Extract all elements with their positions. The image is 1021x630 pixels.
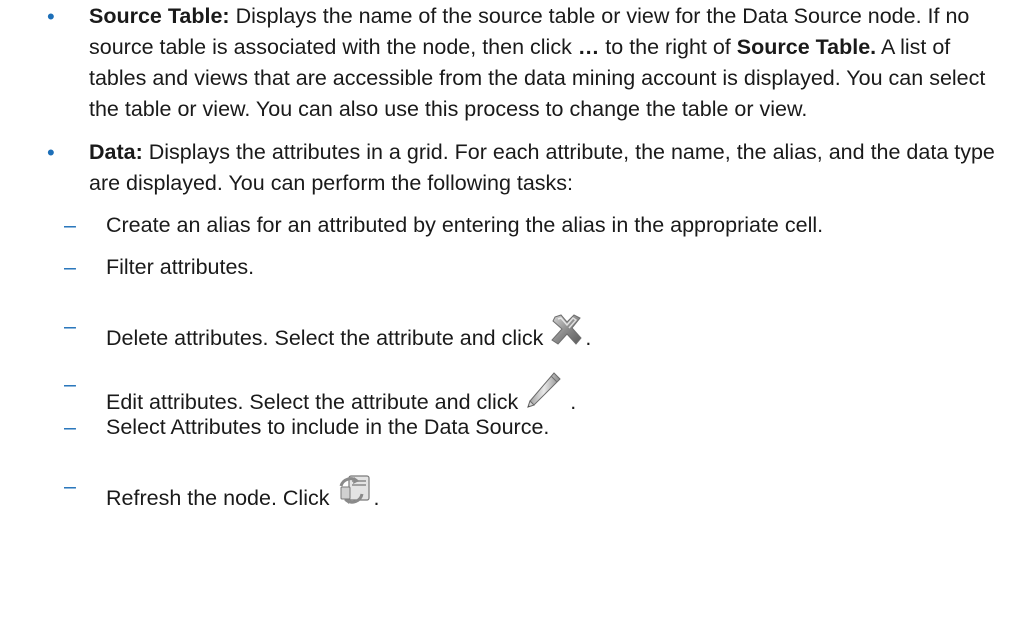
dash: – bbox=[64, 474, 76, 498]
task-text: Create an alias for an attributed by ent… bbox=[106, 213, 824, 237]
term-source-table: Source Table: bbox=[89, 4, 230, 28]
ellipsis-button-ref: … bbox=[577, 35, 600, 59]
task-text: Refresh the node. Click bbox=[106, 486, 336, 510]
list-item-source-table: • Source Table: Displays the name of the… bbox=[0, 1, 1021, 125]
dash: – bbox=[64, 213, 76, 237]
task-after: . bbox=[585, 326, 592, 350]
paragraph-data: Data: Displays the attributes in a grid.… bbox=[89, 140, 995, 195]
task-item-create-alias: – Create an alias for an attributed by e… bbox=[0, 210, 1021, 241]
task-text: Delete attributes. Select the attribute … bbox=[106, 326, 550, 350]
refresh-icon bbox=[335, 473, 373, 516]
task-after: . bbox=[570, 390, 577, 414]
data-text-1: Displays the attributes in a grid. For e… bbox=[89, 140, 995, 195]
delete-x-icon bbox=[549, 313, 585, 356]
task-item-filter: – Filter attributes. bbox=[0, 252, 1021, 283]
task-after: . bbox=[373, 486, 380, 510]
list-item-data: • Data: Displays the attributes in a gri… bbox=[0, 137, 1021, 199]
dash: – bbox=[64, 314, 76, 338]
task-text: Filter attributes. bbox=[106, 255, 255, 279]
term-source-table-2: Source Table. bbox=[736, 35, 877, 59]
term-data: Data: bbox=[89, 140, 143, 164]
task-item-delete: – Delete attributes. Select the attribut… bbox=[0, 311, 1021, 350]
paragraph-source-table: Source Table: Displays the name of the s… bbox=[89, 4, 985, 121]
task-item-refresh: – Refresh the node. Click . bbox=[0, 471, 1021, 510]
dash: – bbox=[64, 372, 76, 396]
dash: – bbox=[64, 415, 76, 439]
task-item-select-attributes: – Select Attributes to include in the Da… bbox=[0, 412, 1021, 443]
dash: – bbox=[64, 255, 76, 279]
task-text: Select Attributes to include in the Data… bbox=[106, 415, 550, 439]
document-body: • Source Table: Displays the name of the… bbox=[0, 0, 1021, 510]
task-text: Edit attributes. Select the attribute an… bbox=[106, 390, 525, 414]
bullet: • bbox=[47, 4, 55, 29]
bullet: • bbox=[47, 140, 55, 165]
task-item-edit: – Edit attributes. Select the attribute … bbox=[0, 369, 1021, 414]
source-table-text-2: to the right of bbox=[599, 35, 737, 59]
task-list: – Create an alias for an attributed by e… bbox=[0, 210, 1021, 510]
